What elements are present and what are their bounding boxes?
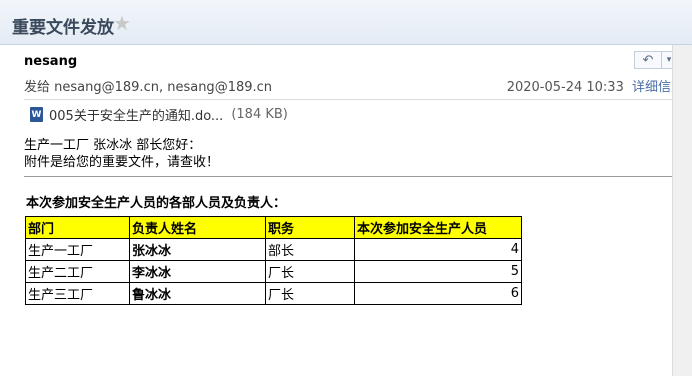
message-body-text: 生产一工厂 张冰冰 部长您好： 附件是给您的重要文件，请查收！ — [24, 137, 219, 171]
cell-name: 张冰冰 — [129, 238, 266, 261]
header-dept: 部门 — [25, 216, 130, 239]
cell-dept: 生产二工厂 — [25, 260, 130, 283]
body-divider — [24, 176, 682, 177]
recipients-line: 发给 nesang@189.cn, nesang@189.cn — [24, 76, 272, 95]
cell-dept: 生产三工厂 — [25, 282, 130, 305]
header-title: 职务 — [265, 216, 355, 239]
star-icon[interactable]: ★ — [113, 11, 131, 35]
table-row: 生产三工厂 鲁冰冰 厂长 6 — [25, 282, 522, 305]
word-doc-icon: W — [30, 107, 43, 122]
cell-title: 部长 — [265, 238, 355, 261]
vertical-scrollbar[interactable] — [672, 45, 692, 376]
message-subject: 重要文件发放 — [12, 18, 114, 38]
table-row: 生产一工厂 张冰冰 部长 4 — [25, 238, 522, 261]
header-count: 本次参加安全生产人员 — [354, 216, 522, 239]
cell-count: 4 — [354, 238, 522, 261]
table-title: 本次参加安全生产人员的各部人员及负责人： — [26, 196, 287, 211]
header-name: 负责人姓名 — [129, 216, 266, 239]
cell-title: 厂长 — [265, 260, 355, 283]
cell-name: 李冰冰 — [129, 260, 266, 283]
cell-name: 鲁冰冰 — [129, 282, 266, 305]
message-date: 2020-05-24 10:33 — [506, 80, 624, 95]
message-pane: nesang 发给 nesang@189.cn, nesang@189.cn 2… — [0, 45, 684, 376]
cell-title: 厂长 — [265, 282, 355, 305]
body-line: 附件是给您的重要文件，请查收！ — [24, 155, 220, 170]
sender-name[interactable]: nesang — [24, 54, 77, 69]
attachment[interactable]: W 005关于安全生产的通知.do... (184 KB) — [30, 105, 288, 124]
attachment-name[interactable]: 005关于安全生产的通知.do... — [49, 105, 223, 124]
cell-count: 6 — [354, 282, 522, 305]
title-bar: 重要文件发放 ★ — [0, 0, 692, 45]
divider — [24, 99, 682, 100]
reply-icon[interactable]: ↶ — [635, 52, 661, 68]
staff-table: 部门 负责人姓名 职务 本次参加安全生产人员 生产一工厂 张冰冰 部长 4 生产… — [25, 216, 522, 305]
cell-dept: 生产一工厂 — [25, 238, 130, 261]
greeting: 生产一工厂 张冰冰 部长您好： — [24, 138, 202, 153]
attachment-size: (184 KB) — [231, 107, 288, 122]
recipients[interactable]: nesang@189.cn, nesang@189.cn — [54, 80, 272, 95]
date-line: 2020-05-24 10:33 详细信息 — [507, 76, 684, 95]
cell-count: 5 — [354, 260, 522, 283]
to-label: 发给 — [24, 80, 51, 95]
table-header-row: 部门 负责人姓名 职务 本次参加安全生产人员 — [25, 216, 522, 239]
reply-button-group: ↶ ▾ — [634, 51, 677, 69]
table-row: 生产二工厂 李冰冰 厂长 5 — [25, 260, 522, 283]
